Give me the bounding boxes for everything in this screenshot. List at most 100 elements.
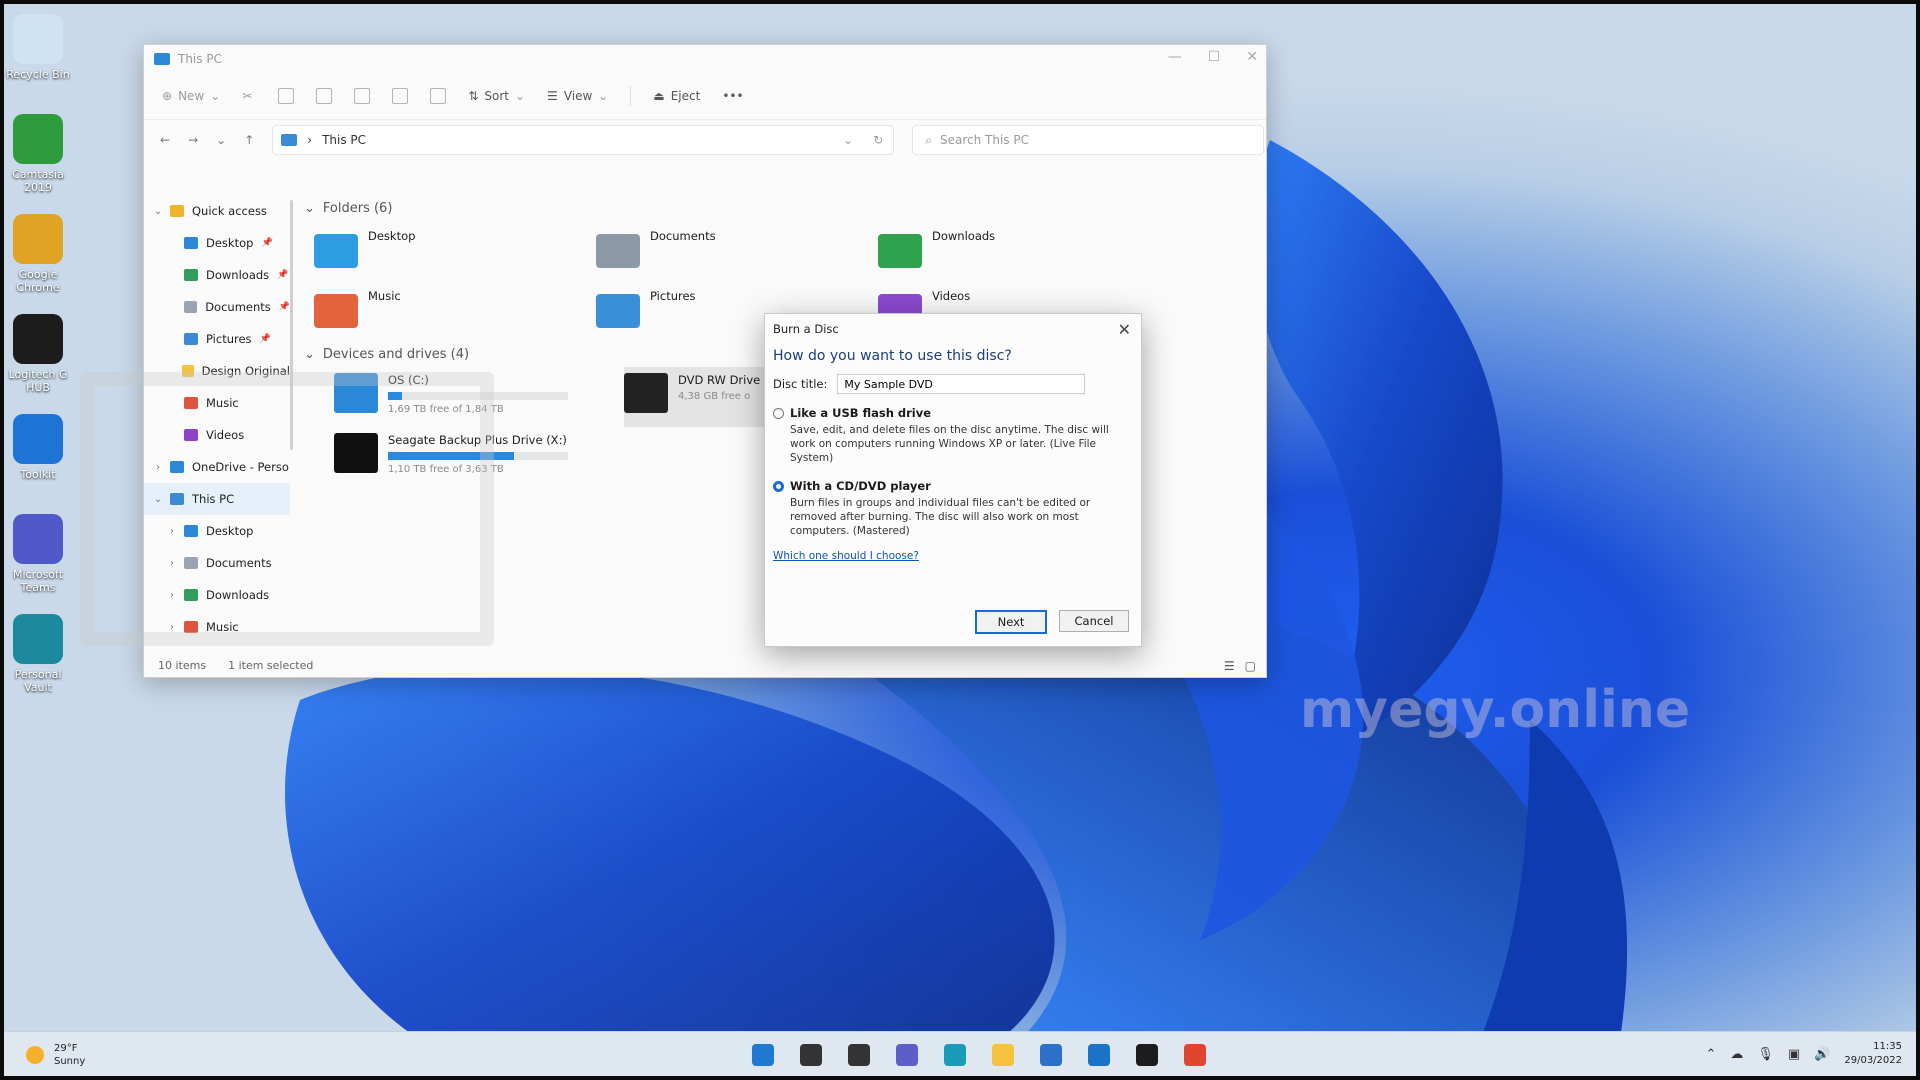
more-options-button[interactable]: •••: [722, 89, 743, 103]
volume-icon[interactable]: 🔊: [1814, 1047, 1830, 1062]
usb-option-radio[interactable]: [773, 408, 784, 419]
copy-icon[interactable]: [278, 88, 295, 104]
chevron-down-icon[interactable]: ⌄: [150, 206, 166, 217]
microphone-icon[interactable]: 🎙: [1757, 1047, 1774, 1062]
view-button[interactable]: ☰ View ⌄: [547, 89, 608, 103]
folder-item[interactable]: Music: [314, 281, 596, 341]
next-button[interactable]: Next: [975, 610, 1047, 634]
nav-item[interactable]: Downloads 📌: [144, 259, 290, 291]
desktop-shortcut[interactable]: Camtasia 2019: [6, 108, 70, 208]
taskbar-button[interactable]: [938, 1038, 972, 1072]
desktop-shortcut-label: Camtasia 2019: [12, 168, 64, 194]
disc-title-label: Disc title:: [773, 377, 828, 391]
taskbar-button[interactable]: [1034, 1038, 1068, 1072]
help-link[interactable]: Which one should I choose?: [765, 538, 1141, 574]
rename-icon[interactable]: [354, 88, 371, 104]
taskbar-button[interactable]: [794, 1038, 828, 1072]
file-explorer-icon: [992, 1044, 1014, 1066]
nav-item-label: Quick access: [192, 204, 267, 218]
nav-item-label: Desktop: [206, 236, 254, 250]
desktop-shortcut[interactable]: Toolkit: [6, 408, 70, 508]
sun-icon: [26, 1046, 44, 1064]
logitech-taskbar-icon: [1136, 1044, 1158, 1066]
view-label: View: [563, 89, 593, 103]
taskbar-button[interactable]: [890, 1038, 924, 1072]
taskbar-button[interactable]: [842, 1038, 876, 1072]
desktop-shortcut[interactable]: Google Chrome: [6, 208, 70, 308]
desktop-icons: Recycle Bin Camtasia 2019 Google Chrome Log…: [6, 8, 70, 708]
tiles-view-icon[interactable]: ▢: [1245, 659, 1256, 673]
nav-item[interactable]: Pictures 📌: [144, 323, 290, 355]
dvd-option-description: Burn files in groups and individual file…: [790, 497, 1091, 537]
forward-icon[interactable]: →: [188, 133, 198, 147]
chevron-down-icon: ⌄: [598, 89, 609, 103]
chat-icon: [896, 1044, 918, 1066]
desktop-shortcut[interactable]: Recycle Bin: [6, 8, 70, 108]
watermark-text: myegy.online: [1300, 680, 1691, 740]
nav-item[interactable]: Documents 📌: [144, 291, 290, 323]
sort-button[interactable]: ⇅ Sort ⌄: [468, 89, 525, 103]
nav-item-label: Pictures: [206, 332, 252, 346]
taskbar-button[interactable]: [1082, 1038, 1116, 1072]
desktop-shortcut[interactable]: Personal Vault: [6, 608, 70, 708]
cut-icon[interactable]: ✂: [242, 89, 256, 103]
option-usb-flash-drive[interactable]: Like a USB flash drive Save, edit, and d…: [765, 400, 1141, 465]
dialog-question: How do you want to use this disc?: [773, 348, 1012, 364]
dialog-close-icon[interactable]: ✕: [1118, 320, 1131, 339]
details-view-icon[interactable]: ☰: [1224, 659, 1235, 673]
weather-widget[interactable]: 29°F Sunny: [26, 1042, 85, 1068]
address-dropdown-icon[interactable]: ⌄: [843, 133, 853, 147]
new-icon: ⊕: [162, 89, 173, 103]
back-icon[interactable]: ←: [160, 133, 170, 147]
system-tray: ⌃ ☁ 🎙 ▣ 🔊 11:35 29/03/2022: [1705, 1040, 1902, 1068]
network-icon[interactable]: ▣: [1788, 1047, 1800, 1062]
clock-time: 11:35: [1873, 1041, 1902, 1052]
desktop-shortcut-label: Microsoft Teams: [12, 568, 64, 594]
toolkit-icon: [13, 414, 63, 464]
eject-label: Eject: [670, 89, 701, 103]
taskbar-button[interactable]: [986, 1038, 1020, 1072]
clock[interactable]: 11:35 29/03/2022: [1844, 1040, 1902, 1068]
taskbar-button[interactable]: [1130, 1038, 1164, 1072]
star-icon: [170, 205, 184, 217]
nav-item[interactable]: ⌄ Quick access: [144, 195, 290, 227]
address-row: ← → ⌄ ↑ › This PC ⌄ ↻ ⌕ Search This PC: [144, 120, 1266, 160]
desktop-shortcut[interactable]: Microsoft Teams: [6, 508, 70, 608]
clock-date: 29/03/2022: [1844, 1055, 1902, 1066]
maximize-button[interactable]: ☐: [1208, 49, 1221, 65]
folder-item[interactable]: Desktop: [314, 221, 596, 281]
mail-icon: [1088, 1044, 1110, 1066]
usb-option-title: Like a USB flash drive: [790, 406, 932, 420]
disc-title-input[interactable]: [837, 374, 1086, 394]
folder-name: Desktop: [368, 229, 416, 243]
cancel-button[interactable]: Cancel: [1059, 610, 1129, 632]
new-button[interactable]: ⊕ New ⌄: [162, 89, 220, 103]
folders-group-header[interactable]: ⌄ Folders (6): [304, 195, 1260, 221]
chevron-up-icon[interactable]: ⌃: [1705, 1047, 1716, 1062]
option-cd-dvd-player[interactable]: With a CD/DVD player Burn files in group…: [765, 465, 1141, 538]
folder-name: Documents: [650, 229, 716, 243]
onedrive-tray-icon[interactable]: ☁: [1730, 1047, 1743, 1062]
view-switcher: ☰ ▢: [1224, 659, 1256, 673]
paste-icon[interactable]: [316, 88, 333, 104]
sort-icon: ⇅: [468, 89, 479, 103]
nav-item[interactable]: Desktop 📌: [144, 227, 290, 259]
close-button[interactable]: ✕: [1246, 49, 1258, 65]
disc-title-field: Disc title:: [765, 368, 1141, 400]
taskbar-button[interactable]: [1178, 1038, 1212, 1072]
folder-item[interactable]: Documents: [596, 221, 878, 281]
up-icon[interactable]: ↑: [244, 133, 254, 147]
dvd-option-radio[interactable]: [773, 481, 784, 492]
eject-button[interactable]: ⏏ Eject: [653, 89, 700, 103]
minimize-button[interactable]: —: [1168, 49, 1182, 65]
recent-locations-icon[interactable]: ⌄: [216, 133, 226, 147]
address-bar[interactable]: › This PC ⌄ ↻: [272, 125, 895, 155]
chevron-down-icon: ⌄: [514, 89, 526, 103]
taskbar-button[interactable]: [746, 1038, 780, 1072]
folder-item[interactable]: Downloads: [878, 221, 1160, 281]
desktop-shortcut[interactable]: Logitech G HUB: [6, 308, 70, 408]
share-icon[interactable]: [392, 88, 409, 104]
search-box[interactable]: ⌕ Search This PC: [912, 125, 1265, 155]
refresh-icon[interactable]: ↻: [873, 133, 883, 147]
delete-icon[interactable]: [430, 88, 447, 104]
